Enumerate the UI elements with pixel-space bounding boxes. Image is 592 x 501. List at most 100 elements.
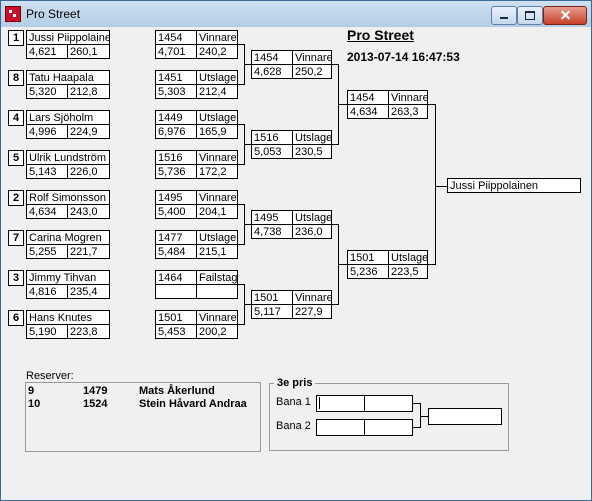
driver-name-field[interactable]: Rolf Simonsson	[26, 190, 110, 205]
quarter-status-field[interactable]: Utslagen	[292, 210, 332, 225]
driver-name-field[interactable]: Ulrik Lundström	[26, 150, 110, 165]
heat-speed-field[interactable]: 200,2	[196, 324, 238, 339]
driver-name-field[interactable]: Carina Mogren	[26, 230, 110, 245]
reserve-name: Stein Håvard Andraa	[139, 398, 247, 410]
heat-status-field[interactable]: Utslagen	[196, 230, 238, 245]
window-title: Pro Street	[26, 7, 81, 21]
seed-number: 3	[8, 270, 24, 286]
heat-speed-field[interactable]: 240,2	[196, 44, 238, 59]
quarter-et-field[interactable]: 4,628	[251, 64, 293, 79]
driver-speed-field[interactable]: 224,9	[67, 124, 110, 139]
reserve-num: 10	[28, 398, 41, 410]
heat-status-field[interactable]: Utslagen	[196, 70, 238, 85]
heat-speed-field[interactable]: 165,9	[196, 124, 238, 139]
heat-car-field[interactable]: 1454	[155, 30, 197, 45]
semi-speed-field[interactable]: 263,3	[388, 104, 428, 119]
driver-et-field[interactable]: 5,255	[26, 244, 68, 259]
heat-et-field[interactable]: 5,484	[155, 244, 197, 259]
heat-speed-field[interactable]	[196, 284, 238, 299]
driver-speed-field[interactable]: 235,4	[67, 284, 110, 299]
quarter-et-field[interactable]: 5,053	[251, 144, 293, 159]
heat-et-field[interactable]: 6,976	[155, 124, 197, 139]
driver-speed-field[interactable]: 243,0	[67, 204, 110, 219]
quarter-car-field[interactable]: 1454	[251, 50, 293, 65]
bracket-connector	[338, 264, 347, 265]
heat-car-field[interactable]: 1495	[155, 190, 197, 205]
driver-et-field[interactable]: 5,143	[26, 164, 68, 179]
reserves-list[interactable]: 9 1479 Mats Åkerlund 10 1524 Stein Håvar…	[25, 382, 261, 452]
quarter-car-field[interactable]: 1501	[251, 290, 293, 305]
seed-number: 6	[8, 310, 24, 326]
driver-speed-field[interactable]: 226,0	[67, 164, 110, 179]
semi-status-field[interactable]: Vinnare	[388, 90, 428, 105]
lane1-car-input[interactable]	[316, 395, 365, 412]
lane2-car-input[interactable]	[316, 419, 365, 436]
heat-speed-field[interactable]: 172,2	[196, 164, 238, 179]
driver-speed-field[interactable]: 221,7	[67, 244, 110, 259]
heat-status-field[interactable]: Vinnare	[196, 310, 238, 325]
quarter-status-field[interactable]: Utslagen	[292, 130, 332, 145]
heat-car-field[interactable]: 1464	[155, 270, 197, 285]
timestamp: 2013-07-14 16:47:53	[347, 50, 460, 64]
heat-status-field[interactable]: Vinnare	[196, 150, 238, 165]
heat-et-field[interactable]: 5,453	[155, 324, 197, 339]
heat-et-field[interactable]: 5,736	[155, 164, 197, 179]
lane1-time-input[interactable]	[364, 395, 413, 412]
semi-status-field[interactable]: Utslagen	[388, 250, 428, 265]
heat-speed-field[interactable]: 212,4	[196, 84, 238, 99]
quarter-car-field[interactable]: 1516	[251, 130, 293, 145]
semi-et-field[interactable]: 5,236	[347, 264, 389, 279]
heat-et-field[interactable]	[155, 284, 197, 299]
maximize-button[interactable]	[517, 6, 543, 25]
heat-car-field[interactable]: 1516	[155, 150, 197, 165]
driver-et-field[interactable]: 5,320	[26, 84, 68, 99]
minimize-button[interactable]	[491, 6, 517, 25]
semi-speed-field[interactable]: 223,5	[388, 264, 428, 279]
quarter-speed-field[interactable]: 236,0	[292, 224, 332, 239]
heat-speed-field[interactable]: 204,1	[196, 204, 238, 219]
third-place-winner-input[interactable]	[428, 408, 502, 425]
heat-status-field[interactable]: Vinnare	[196, 30, 238, 45]
driver-et-field[interactable]: 4,996	[26, 124, 68, 139]
driver-et-field[interactable]: 5,190	[26, 324, 68, 339]
driver-name-field[interactable]: Jimmy Tihvan	[26, 270, 110, 285]
quarter-et-field[interactable]: 4,738	[251, 224, 293, 239]
heat-et-field[interactable]: 4,701	[155, 44, 197, 59]
close-button[interactable]	[543, 6, 587, 25]
driver-et-field[interactable]: 4,816	[26, 284, 68, 299]
title-bar[interactable]: Pro Street	[1, 1, 591, 27]
heat-speed-field[interactable]: 215,1	[196, 244, 238, 259]
heat-et-field[interactable]: 5,303	[155, 84, 197, 99]
heat-car-field[interactable]: 1477	[155, 230, 197, 245]
quarter-speed-field[interactable]: 230,5	[292, 144, 332, 159]
driver-et-field[interactable]: 4,634	[26, 204, 68, 219]
seed-number: 4	[8, 110, 24, 126]
quarter-car-field[interactable]: 1495	[251, 210, 293, 225]
quarter-speed-field[interactable]: 227,9	[292, 304, 332, 319]
quarter-et-field[interactable]: 5,117	[251, 304, 293, 319]
quarter-status-field[interactable]: Vinnare	[292, 290, 332, 305]
quarter-status-field[interactable]: Vinnare	[292, 50, 332, 65]
driver-et-field[interactable]: 4,621	[26, 44, 68, 59]
heat-status-field[interactable]: Utslagen	[196, 110, 238, 125]
driver-name-field[interactable]: Jussi Piippolainen	[26, 30, 110, 45]
quarter-speed-field[interactable]: 250,2	[292, 64, 332, 79]
heat-status-field[interactable]: Failstage	[196, 270, 238, 285]
heat-car-field[interactable]: 1449	[155, 110, 197, 125]
driver-name-field[interactable]: Tatu Haapala	[26, 70, 110, 85]
app-icon[interactable]	[5, 6, 21, 22]
semi-et-field[interactable]: 4,634	[347, 104, 389, 119]
driver-speed-field[interactable]: 223,8	[67, 324, 110, 339]
driver-name-field[interactable]: Lars Sjöholm	[26, 110, 110, 125]
driver-name-field[interactable]: Hans Knutes	[26, 310, 110, 325]
winner-field[interactable]: Jussi Piippolainen	[447, 178, 581, 193]
semi-car-field[interactable]: 1501	[347, 250, 389, 265]
heat-car-field[interactable]: 1451	[155, 70, 197, 85]
lane2-time-input[interactable]	[364, 419, 413, 436]
heat-et-field[interactable]: 5,400	[155, 204, 197, 219]
driver-speed-field[interactable]: 260,1	[67, 44, 110, 59]
semi-car-field[interactable]: 1454	[347, 90, 389, 105]
heat-car-field[interactable]: 1501	[155, 310, 197, 325]
driver-speed-field[interactable]: 212,8	[67, 84, 110, 99]
heat-status-field[interactable]: Vinnare	[196, 190, 238, 205]
